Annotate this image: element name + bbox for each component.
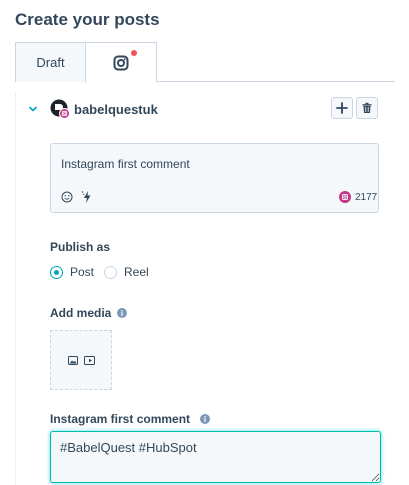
post-composer[interactable]: Instagram first comment 2177 — [50, 143, 379, 213]
post-radio[interactable] — [50, 265, 63, 279]
video-icon[interactable] — [84, 356, 95, 365]
reel-radio-label: Reel — [124, 265, 149, 279]
bolt-icon[interactable] — [81, 190, 93, 204]
page-title: Create your posts — [15, 10, 160, 29]
tab-instagram[interactable] — [85, 42, 157, 83]
delete-button[interactable] — [356, 97, 378, 119]
publish-option-reel[interactable]: Reel — [104, 264, 149, 280]
image-icon[interactable] — [68, 356, 78, 365]
plus-icon — [336, 102, 348, 114]
emoji-icon[interactable] — [61, 191, 73, 203]
instagram-icon — [113, 55, 129, 70]
reel-radio[interactable] — [104, 265, 117, 279]
character-count: 2177 — [355, 192, 378, 203]
publish-option-post[interactable]: Post — [50, 264, 94, 280]
first-comment-heading: Instagram first comment — [50, 412, 211, 426]
account-avatar — [50, 99, 70, 119]
info-icon[interactable] — [117, 308, 128, 318]
chevron-down-icon[interactable] — [27, 103, 39, 115]
add-button[interactable] — [331, 97, 353, 119]
trash-icon — [362, 102, 372, 113]
tab-draft-label: Draft — [36, 55, 65, 70]
network-tabs: Draft — [15, 42, 395, 83]
add-media-label: Add media — [50, 306, 112, 320]
instagram-icon — [339, 191, 351, 203]
first-comment-label: Instagram first comment — [50, 412, 191, 426]
tab-draft[interactable]: Draft — [15, 42, 86, 82]
media-upload-area[interactable] — [50, 330, 112, 390]
info-icon[interactable] — [200, 414, 211, 424]
publish-as-label: Publish as — [50, 240, 111, 254]
notification-dot — [131, 50, 137, 56]
post-radio-label: Post — [70, 265, 95, 279]
add-media-heading: Add media — [50, 306, 128, 320]
instagram-post-panel: babelquestuk Instagram first comment 217… — [15, 92, 398, 485]
account-name: babelquestuk — [74, 102, 158, 117]
first-comment-input[interactable]: #BabelQuest #HubSpot — [50, 431, 381, 483]
post-text[interactable]: Instagram first comment — [61, 157, 190, 171]
